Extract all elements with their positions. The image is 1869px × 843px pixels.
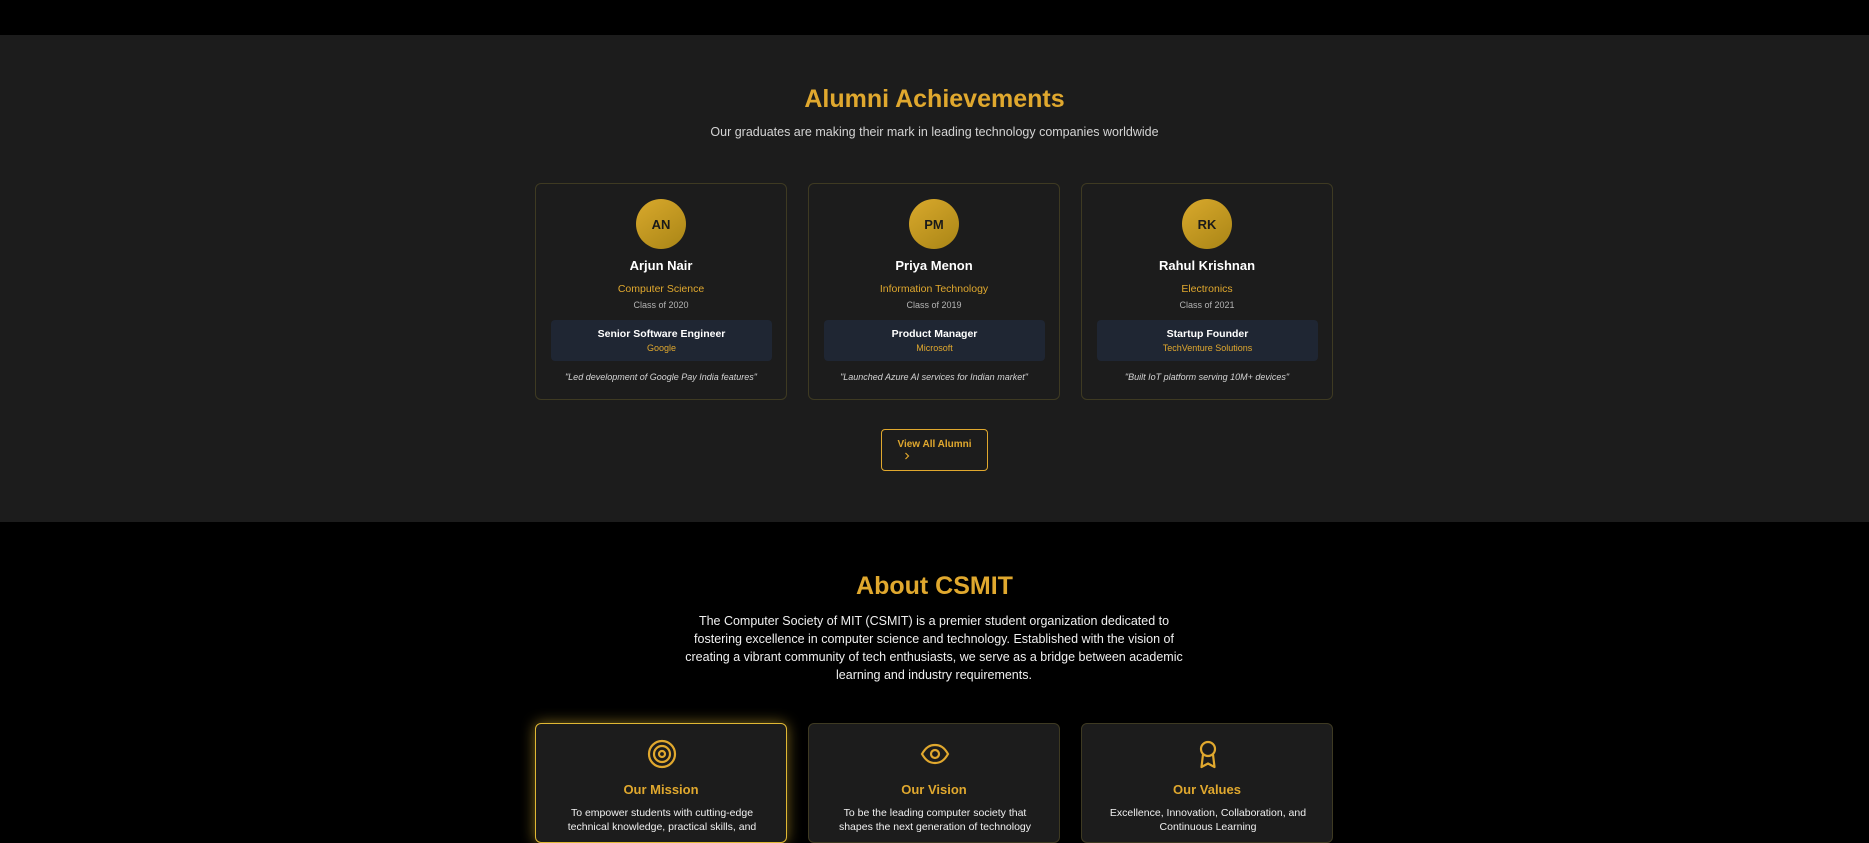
eye-icon [920,739,950,769]
alumni-company: Microsoft [916,343,953,353]
alumni-section-subtitle: Our graduates are making their mark in l… [710,125,1159,139]
alumni-role: Senior Software Engineer [597,328,726,340]
view-all-alumni-button[interactable]: View All Alumni [881,429,988,471]
alumni-role-box: Startup Founder TechVenture Solutions [1097,320,1318,361]
alumni-name: Arjun Nair [629,258,693,273]
alumni-department: Information Technology [879,283,989,295]
alumni-role-box: Senior Software Engineer Google [551,320,772,361]
alumni-cards: AN Arjun Nair Computer Science Class of … [535,183,1333,400]
vision-title: Our Vision [901,782,967,797]
about-section-title: About CSMIT [856,572,1013,600]
vision-text: To be the leading computer society that … [838,807,1032,833]
alumni-class-year: Class of 2019 [906,300,962,310]
alumni-role: Product Manager [891,328,978,340]
avatar: RK [1182,199,1232,249]
alumni-company: Google [646,343,677,353]
alumni-section: Alumni Achievements Our graduates are ma… [0,35,1869,522]
vision-card[interactable]: Our Vision To be the leading computer so… [808,723,1060,843]
about-section: About CSMIT The Computer Society of MIT … [0,522,1869,843]
alumni-role-box: Product Manager Microsoft [824,320,1045,361]
alumni-class-year: Class of 2021 [1179,300,1235,310]
alumni-department: Computer Science [617,283,705,295]
values-text: Excellence, Innovation, Collaboration, a… [1109,807,1307,833]
alumni-card: RK Rahul Krishnan Electronics Class of 2… [1081,183,1333,400]
alumni-quote: "Built IoT platform serving 10M+ devices… [1124,372,1290,382]
avatar: AN [636,199,686,249]
target-icon [647,739,677,769]
alumni-name: Priya Menon [895,258,973,273]
alumni-quote: "Launched Azure AI services for Indian m… [840,372,1028,382]
about-description: The Computer Society of MIT (CSMIT) is a… [685,614,1183,682]
alumni-name: Rahul Krishnan [1158,258,1256,273]
alumni-card: PM Priya Menon Information Technology Cl… [808,183,1060,400]
avatar: PM [909,199,959,249]
alumni-section-title: Alumni Achievements [804,85,1065,113]
alumni-class-year: Class of 2020 [633,300,689,310]
top-bar [0,0,1869,35]
about-cards: Our Mission To empower students with cut… [535,723,1333,843]
chevron-right-icon [904,452,910,463]
alumni-quote: "Led development of Google Pay India fea… [564,372,757,382]
view-all-alumni-label: View All Alumni [897,439,972,450]
mission-card[interactable]: Our Mission To empower students with cut… [535,723,787,843]
mission-text: To empower students with cutting-edge te… [567,807,757,833]
alumni-company: TechVenture Solutions [1162,343,1253,353]
mission-title: Our Mission [623,782,699,797]
values-title: Our Values [1173,782,1241,797]
alumni-department: Electronics [1181,283,1233,295]
alumni-card: AN Arjun Nair Computer Science Class of … [535,183,787,400]
alumni-role: Startup Founder [1166,328,1249,340]
award-icon [1193,739,1223,769]
values-card[interactable]: Our Values Excellence, Innovation, Colla… [1081,723,1333,843]
